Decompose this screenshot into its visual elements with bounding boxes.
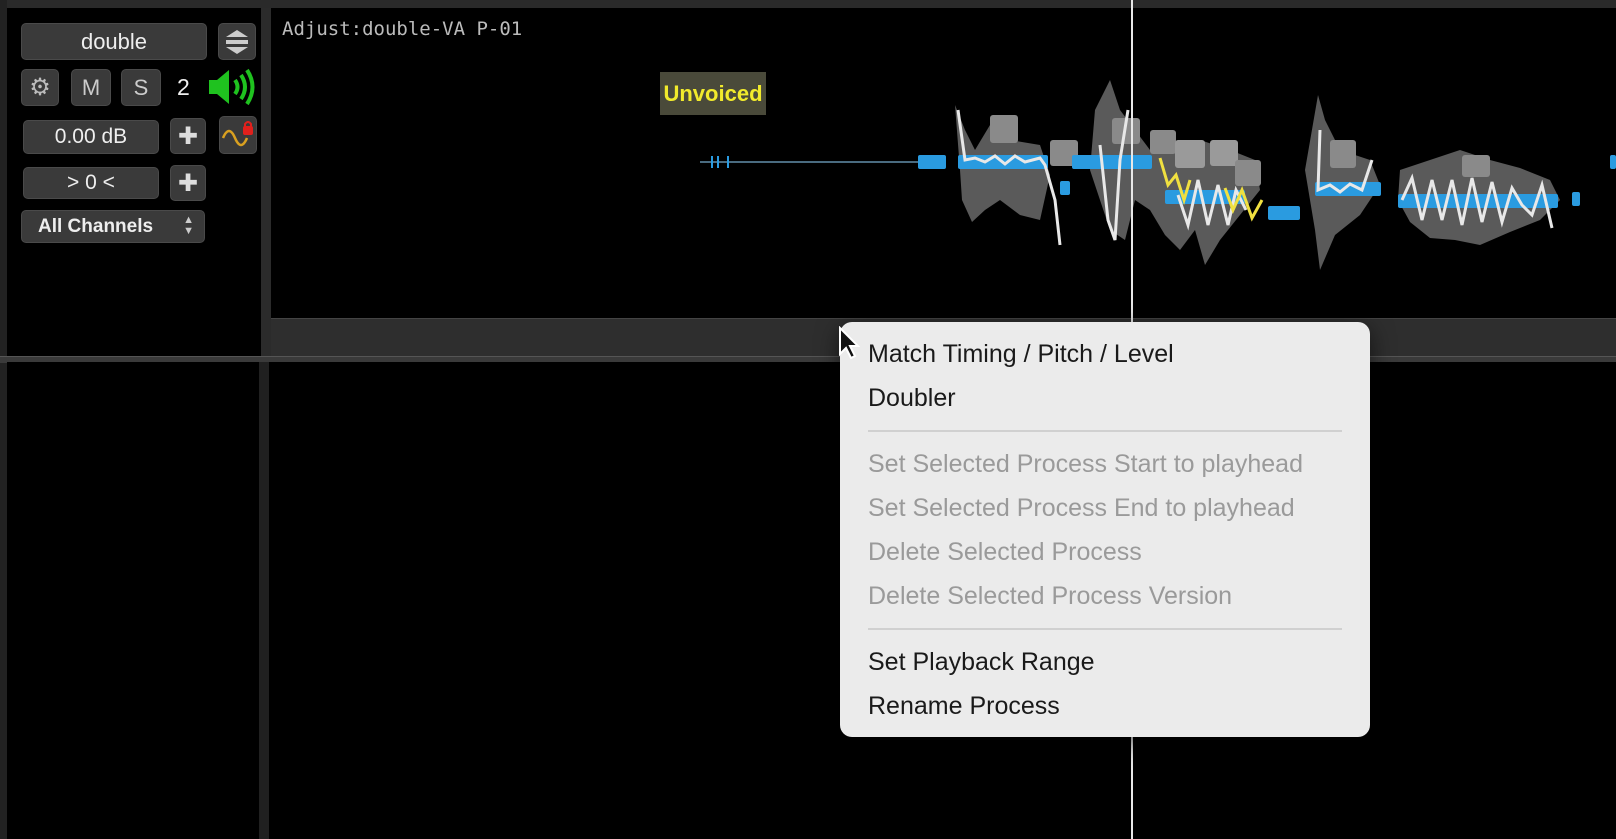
menu-item-delete-process[interactable]: Delete Selected Process [868,538,1142,567]
menu-item-doubler[interactable]: Doubler [868,384,956,413]
menu-item-match-timing[interactable]: Match Timing / Pitch / Level [868,340,1174,369]
context-menu: Match Timing / Pitch / Level Doubler Set… [840,322,1370,737]
menu-separator [868,628,1342,630]
menu-item-delete-version[interactable]: Delete Selected Process Version [868,582,1232,611]
menu-item-set-end[interactable]: Set Selected Process End to playhead [868,494,1295,523]
pitch-waveform[interactable] [0,0,1616,320]
menu-separator [868,430,1342,432]
menu-item-set-playback-range[interactable]: Set Playback Range [868,648,1095,677]
menu-item-set-start[interactable]: Set Selected Process Start to playhead [868,450,1303,479]
mouse-pointer-icon [839,326,860,360]
menu-item-rename-process[interactable]: Rename Process [868,692,1060,721]
empty-track-header [7,362,269,839]
